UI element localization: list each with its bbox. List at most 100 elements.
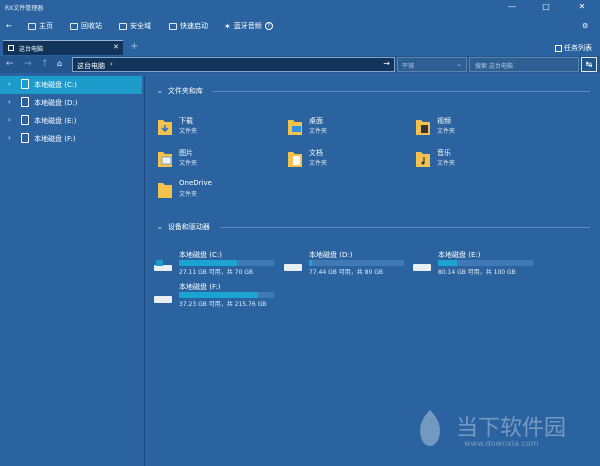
drive-info: 37.23 GB 可用，共 215.76 GB [179, 301, 267, 308]
drive-info: 27.11 GB 可用，共 70 GB [179, 269, 253, 276]
folders-section-title: 文件夹和库 [167, 87, 203, 95]
expand-chevron-icon[interactable]: › [8, 98, 11, 106]
address-input[interactable]: 这台电脑 › → [72, 57, 395, 72]
nav-secure-area[interactable]: 安全域 [119, 20, 151, 32]
folder-pictures[interactable]: 图片 文件夹 [157, 146, 267, 174]
task-list-button[interactable]: 任务列表 [555, 43, 592, 53]
view-mode-select[interactable]: 平铺 ⌄ [397, 57, 467, 72]
search-input[interactable]: 搜索 这台电脑 [469, 57, 579, 72]
tab-this-pc[interactable]: 这台电脑 ✕ [3, 40, 123, 55]
expand-chevron-icon[interactable]: › [8, 80, 11, 88]
drive-item-f[interactable]: 本地磁盘 (F:) 37.23 GB 可用，共 215.76 GB [153, 282, 278, 312]
hard-drive-icon [413, 264, 431, 271]
path-chevron-icon[interactable]: › [110, 60, 113, 68]
window-title: RX文件管理器 [5, 5, 44, 12]
drive-item-e[interactable]: 本地磁盘 (E:) 80.14 GB 可用，共 100 GB [412, 250, 537, 280]
windows-drive-icon [154, 260, 172, 271]
up-arrow-icon[interactable]: ↑ [41, 59, 49, 69]
drive-usage-fill [309, 260, 312, 266]
sidebar-item-label: 本地磁盘 (F:) [34, 135, 76, 143]
folder-type: 文件夹 [437, 160, 456, 167]
drive-usage-bar [179, 260, 274, 266]
drive-name: 本地磁盘 (F:) [179, 283, 221, 291]
tab-close-icon[interactable]: ✕ [113, 43, 119, 51]
expand-chevron-icon[interactable]: › [8, 134, 11, 142]
nav-bar: ← 主页 回收站 安全域 快速启动 ✶ 蓝牙音频 ? ⚙ [0, 14, 600, 36]
section-divider [220, 227, 590, 228]
folder-type: 文件夹 [179, 191, 198, 198]
folder-name: 图片 [179, 149, 193, 157]
drive-icon [21, 133, 29, 143]
nav-secure-area-label: 安全域 [130, 22, 151, 30]
search-placeholder: 搜索 这台电脑 [475, 63, 513, 70]
sidebar-item-e-drive[interactable]: › 本地磁盘 (E:) [0, 112, 142, 130]
add-tab-icon[interactable]: + [130, 41, 138, 52]
drives-section-title: 设备和驱动器 [167, 223, 210, 231]
nav-bluetooth-audio-label: 蓝牙音频 [233, 22, 262, 30]
hard-drive-icon [154, 296, 172, 303]
folders-section-header[interactable]: ⌄ 文件夹和库 [157, 86, 203, 96]
nav-recycle-bin[interactable]: 回收站 [70, 20, 102, 32]
sidebar-item-d-drive[interactable]: › 本地磁盘 (D:) [0, 94, 142, 112]
help-icon[interactable]: ? [264, 22, 273, 30]
drive-icon [21, 115, 29, 125]
folder-name: 文档 [309, 149, 323, 157]
hard-drive-icon [284, 264, 302, 271]
drive-item-d[interactable]: 本地磁盘 (D:) 77.44 GB 可用，共 80 GB [283, 250, 408, 280]
nav-home[interactable]: 主页 [28, 20, 53, 32]
sidebar-item-label: 本地磁盘 (C:) [34, 81, 77, 89]
forward-arrow-icon[interactable]: → [24, 59, 32, 69]
nav-recycle-bin-label: 回收站 [81, 22, 102, 30]
folder-documents[interactable]: 文档 文件夹 [287, 146, 397, 174]
settings-gear-icon[interactable]: ⚙ [582, 20, 588, 32]
go-arrow-icon[interactable]: → [383, 59, 390, 68]
sidebar-item-f-drive[interactable]: › 本地磁盘 (F:) [0, 130, 142, 148]
sidebar-item-label: 本地磁盘 (E:) [34, 117, 77, 125]
folder-name: 下载 [179, 117, 193, 125]
minimize-button[interactable]: — [496, 0, 528, 14]
expand-chevron-icon[interactable]: › [8, 116, 11, 124]
computer-icon [8, 45, 14, 51]
sidebar-item-c-drive[interactable]: › 本地磁盘 (C:) [0, 76, 142, 94]
drive-icon [21, 79, 29, 89]
onedrive-folder-icon [158, 183, 172, 198]
bluetooth-icon: ✶ [224, 21, 231, 31]
drive-usage-fill [179, 292, 258, 298]
music-folder-icon [416, 152, 430, 167]
drive-item-c[interactable]: 本地磁盘 (C:) 27.11 GB 可用，共 70 GB [153, 250, 278, 280]
folder-name: 音乐 [437, 149, 451, 157]
chevron-down-icon: ⌄ [456, 60, 462, 68]
maximize-button[interactable]: □ [530, 0, 562, 14]
collapse-chevron-icon: ⌄ [157, 223, 163, 231]
drive-icon [21, 97, 29, 107]
drive-info: 77.44 GB 可用，共 80 GB [309, 269, 383, 276]
folder-desktop[interactable]: 桌面 文件夹 [287, 114, 397, 142]
task-list-icon [555, 44, 562, 52]
watermark-text: 当下软件园 [456, 416, 567, 441]
folder-name: OneDrive [179, 179, 212, 187]
nav-quick-start[interactable]: 快速启动 [169, 20, 208, 32]
new-window-icon[interactable]: ↹ [581, 57, 597, 72]
drive-usage-bar [309, 260, 404, 266]
folder-downloads[interactable]: 下载 文件夹 [157, 114, 267, 142]
close-button[interactable]: ✕ [566, 0, 598, 14]
drives-section-header[interactable]: ⌄ 设备和驱动器 [157, 222, 210, 232]
watermark: 当下软件园 www.downxia.com [412, 406, 592, 458]
watermark-logo-icon [420, 410, 440, 446]
sidebar-item-label: 本地磁盘 (D:) [34, 99, 78, 107]
folder-type: 文件夹 [309, 160, 328, 167]
pictures-folder-icon [158, 152, 172, 167]
folder-onedrive[interactable]: OneDrive 文件夹 [157, 177, 267, 205]
videos-folder-icon [416, 120, 430, 135]
folder-type: 文件夹 [179, 160, 198, 167]
folder-music[interactable]: 音乐 文件夹 [415, 146, 525, 174]
home-nav-icon[interactable]: ⌂ [57, 59, 62, 68]
folder-type: 文件夹 [179, 128, 198, 135]
watermark-url: www.downxia.com [464, 439, 539, 448]
address-path: 这台电脑 [77, 62, 105, 70]
back-arrow-icon[interactable]: ← [6, 59, 14, 69]
back-icon[interactable]: ← [6, 20, 12, 32]
folder-videos[interactable]: 视频 文件夹 [415, 114, 525, 142]
nav-home-label: 主页 [39, 22, 53, 30]
nav-bluetooth-audio[interactable]: ✶ 蓝牙音频 ? [224, 20, 273, 32]
